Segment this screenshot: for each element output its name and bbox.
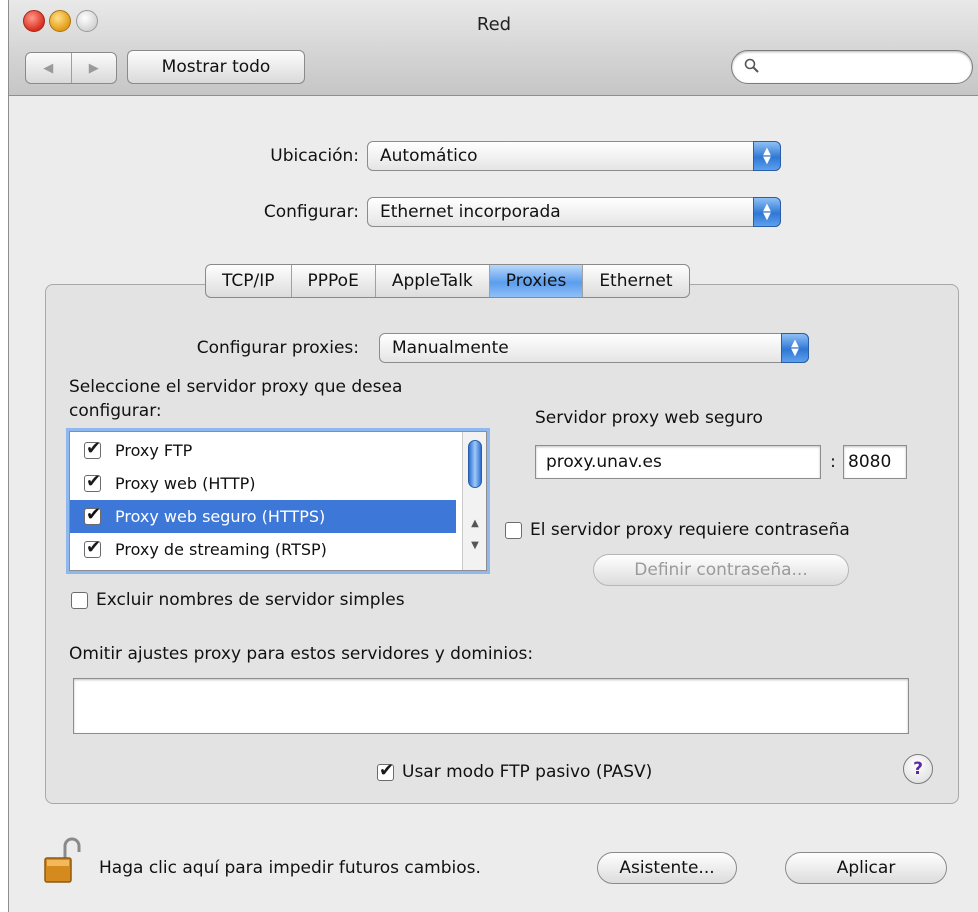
location-value: Automático [380,146,478,166]
configure-proxies-popup[interactable]: Manualmente ▲ ▼ [379,333,809,363]
scroll-down-arrow-icon[interactable]: ▼ [463,536,486,556]
proxy-http-checkbox[interactable] [84,471,101,492]
help-button[interactable]: ? [903,754,933,784]
proxy-ftp-checkbox[interactable] [84,438,101,459]
proxy-list[interactable]: Proxy FTP Proxy web (HTTP) Proxy web seg… [69,431,487,571]
list-item-selected[interactable]: Proxy web seguro (HTTPS) [70,500,456,533]
select-proxy-prompt-line2: configurar: [69,401,162,421]
proxy-https-checkbox[interactable] [84,504,101,525]
set-password-button[interactable]: Definir contraseña... [593,554,849,586]
proxy-rtsp-checkbox[interactable] [84,537,101,558]
scroll-thumb[interactable] [468,440,482,488]
secure-web-proxy-server-title: Servidor proxy web seguro [535,408,763,428]
back-forward-control: ◀ ▶ [25,52,117,84]
configure-label: Configurar: [263,202,359,222]
list-scrollbar[interactable]: ▲ ▼ [462,432,486,570]
tab-proxies[interactable]: Proxies [488,265,583,297]
tab-ethernet[interactable]: Ethernet [582,265,688,297]
list-item[interactable]: Proxy de streaming (RTSP) [70,533,456,566]
list-item-label: Proxy FTP [115,441,193,460]
magnifier-icon [744,58,759,73]
requires-password-label: El servidor proxy requiere contraseña [530,520,850,540]
passive-ftp-checkbox[interactable] [377,760,394,781]
tab-appletalk[interactable]: AppleTalk [374,265,489,297]
tab-pppoe[interactable]: PPPoE [290,265,375,297]
bypass-proxy-label: Omitir ajustes proxy para estos servidor… [69,644,534,664]
title-bar: Red ◀ ▶ Mostrar todo [9,0,978,96]
window-title: Red [476,14,512,35]
port-separator: : [830,452,836,472]
lock-icon[interactable] [43,836,83,886]
forward-button[interactable]: ▶ [70,53,117,83]
back-button[interactable]: ◀ [26,53,71,83]
tab-bar: TCP/IP PPPoE AppleTalk Proxies Ethernet [205,264,690,298]
bypass-hosts-field[interactable] [73,678,909,734]
select-proxy-prompt-line1: Seleccione el servidor proxy que desea [69,377,403,397]
exclude-simple-checkbox[interactable] [71,591,88,609]
location-popup[interactable]: Automático ▲ ▼ [367,141,781,171]
list-item[interactable]: Proxy web (HTTP) [70,467,456,500]
list-item-label: Proxy de streaming (RTSP) [115,540,327,559]
list-item[interactable]: Proxy FTP [70,434,456,467]
show-all-button[interactable]: Mostrar todo [127,50,305,84]
configure-popup[interactable]: Ethernet incorporada ▲ ▼ [367,197,781,227]
list-item-label: Proxy web seguro (HTTPS) [115,507,326,526]
proxy-server-host-field[interactable]: proxy.unav.es [535,445,821,479]
location-label: Ubicación: [270,146,359,166]
tab-tcpip[interactable]: TCP/IP [206,265,291,297]
network-preferences-window: Red ◀ ▶ Mostrar todo Ubicación: Automáti… [8,0,978,912]
scroll-up-arrow-icon[interactable]: ▲ [463,514,486,534]
requires-password-option[interactable]: El servidor proxy requiere contraseña [505,520,850,540]
popup-arrows-icon: ▲ ▼ [753,197,781,227]
list-item-label: Proxy web (HTTP) [115,474,256,493]
configure-value: Ethernet incorporada [380,202,561,222]
assistant-button[interactable]: Asistente... [597,852,737,884]
configure-proxies-value: Manualmente [392,338,509,358]
popup-arrows-icon: ▲ ▼ [781,333,809,363]
popup-arrows-icon: ▲ ▼ [753,141,781,171]
exclude-simple-hostnames[interactable]: Excluir nombres de servidor simples [71,590,405,610]
passive-ftp-option[interactable]: Usar modo FTP pasivo (PASV) [377,760,653,782]
passive-ftp-label: Usar modo FTP pasivo (PASV) [402,762,653,782]
configure-proxies-label: Configurar proxies: [196,338,359,358]
lock-hint-text: Haga clic aquí para impedir futuros camb… [99,858,481,878]
proxy-port-field[interactable]: 8080 [843,445,907,479]
exclude-simple-label: Excluir nombres de servidor simples [96,590,405,610]
requires-password-checkbox[interactable] [505,521,522,539]
search-field[interactable] [731,50,973,84]
apply-button[interactable]: Aplicar [785,852,947,884]
